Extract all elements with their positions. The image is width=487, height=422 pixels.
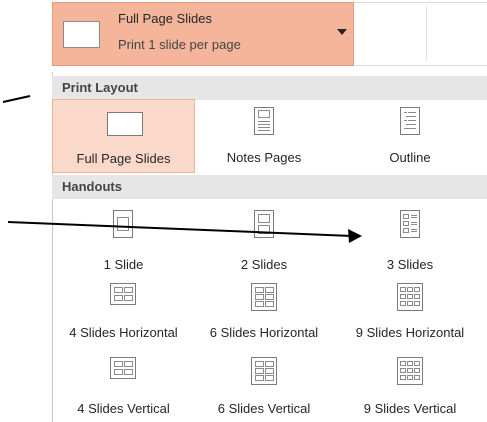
dropdown-subtitle: Print 1 slide per page [118, 37, 241, 52]
four-slides-vertical-icon [110, 357, 136, 379]
option-label: 6 Slides Vertical [217, 401, 311, 416]
four-slides-horizontal-icon [110, 283, 136, 305]
one-slide-icon [113, 210, 133, 238]
notes-pages-icon [254, 107, 274, 135]
nine-slides-vertical-icon [397, 357, 423, 385]
divider [426, 6, 427, 62]
option-4-slides-horizontal[interactable]: 4 Slides Horizontal [52, 279, 195, 347]
option-6-slides-horizontal[interactable]: 6 Slides Horizontal [195, 279, 333, 347]
nine-slides-horizontal-icon [397, 283, 423, 311]
option-label: Notes Pages [226, 150, 302, 165]
annotation-line-top [2, 95, 31, 103]
option-label: 2 Slides [240, 257, 288, 272]
chevron-down-icon [337, 29, 347, 35]
six-slides-horizontal-icon [251, 283, 277, 311]
option-label: Full Page Slides [76, 151, 171, 166]
option-outline[interactable]: Outline [333, 99, 487, 173]
option-1-slide[interactable]: 1 Slide [52, 199, 195, 279]
full-page-slide-thumbnail-icon [63, 21, 100, 48]
option-label: 9 Slides Horizontal [355, 325, 465, 340]
option-label: Outline [389, 150, 431, 165]
dropdown-title: Full Page Slides [118, 11, 212, 26]
print-layout-dropdown[interactable]: Full Page Slides Print 1 slide per page [52, 2, 354, 66]
option-label: 1 Slide [103, 257, 144, 272]
three-slides-icon [400, 210, 420, 238]
adjacent-toolbar-area [354, 2, 487, 66]
two-slides-icon [254, 210, 274, 238]
option-6-slides-vertical[interactable]: 6 Slides Vertical [195, 353, 333, 422]
option-notes-pages[interactable]: Notes Pages [195, 99, 333, 173]
section-header-print-layout: Print Layout [52, 76, 487, 100]
section-header-handouts: Handouts [52, 175, 487, 199]
six-slides-vertical-icon [251, 357, 277, 385]
option-2-slides[interactable]: 2 Slides [195, 199, 333, 279]
option-label: 6 Slides Horizontal [209, 325, 319, 340]
option-label: 4 Slides Vertical [77, 401, 170, 416]
option-label: 3 Slides [386, 257, 434, 272]
full-page-slide-icon [107, 112, 143, 136]
option-4-slides-vertical[interactable]: 4 Slides Vertical [52, 353, 195, 422]
option-label: 9 Slides Vertical [363, 401, 457, 416]
option-9-slides-horizontal[interactable]: 9 Slides Horizontal [333, 279, 487, 347]
option-full-page-slides[interactable]: Full Page Slides [52, 99, 195, 173]
option-3-slides[interactable]: 3 Slides [333, 199, 487, 279]
outline-icon [400, 107, 420, 135]
option-9-slides-vertical[interactable]: 9 Slides Vertical [333, 353, 487, 422]
option-label: 4 Slides Horizontal [69, 325, 178, 340]
